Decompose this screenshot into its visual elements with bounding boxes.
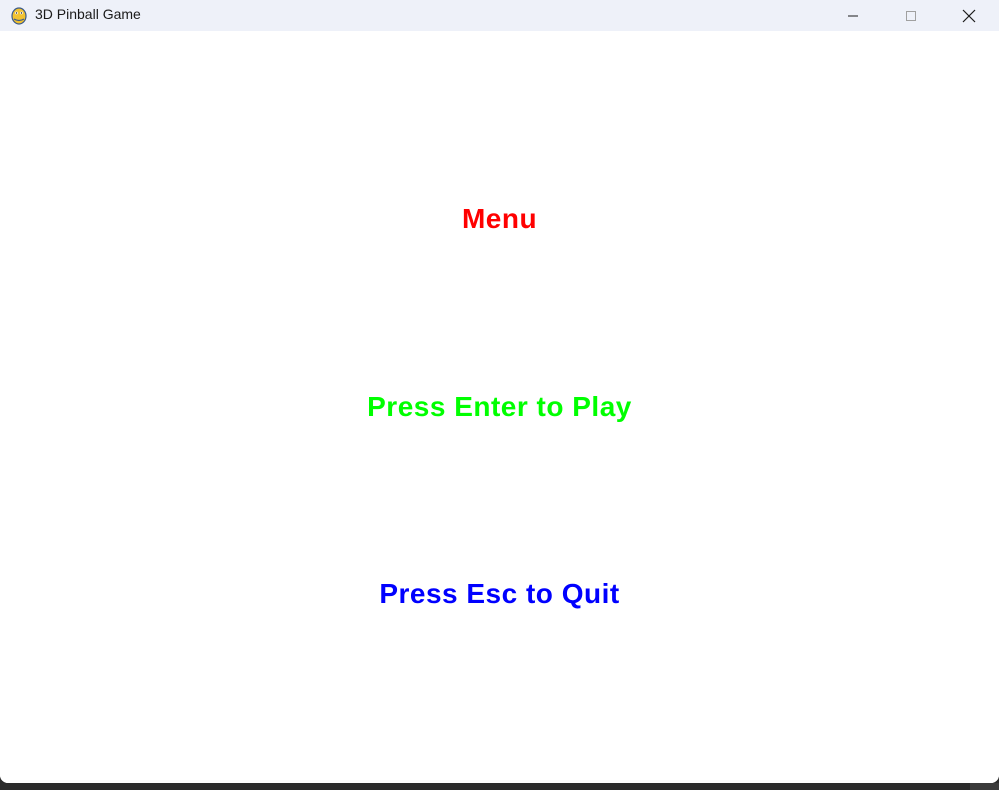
pygame-snake-icon — [11, 7, 27, 25]
quit-prompt: Press Esc to Quit — [379, 578, 620, 609]
maximize-icon — [906, 10, 916, 21]
play-prompt: Press Enter to Play — [367, 391, 632, 422]
maximize-button[interactable] — [882, 0, 940, 31]
minimize-button[interactable] — [824, 0, 882, 31]
taskbar-edge — [970, 783, 999, 790]
window-title: 3D Pinball Game — [35, 6, 141, 22]
minimize-icon — [848, 15, 858, 16]
close-icon — [962, 9, 976, 22]
game-canvas[interactable]: Menu Press Enter to Play Press Esc to Qu… — [0, 31, 999, 783]
close-button[interactable] — [940, 0, 998, 31]
menu-title: Menu — [461, 203, 538, 234]
game-window: 3D Pinball Game Menu Press Enter to Play… — [0, 0, 999, 783]
title-bar[interactable]: 3D Pinball Game — [0, 0, 999, 31]
